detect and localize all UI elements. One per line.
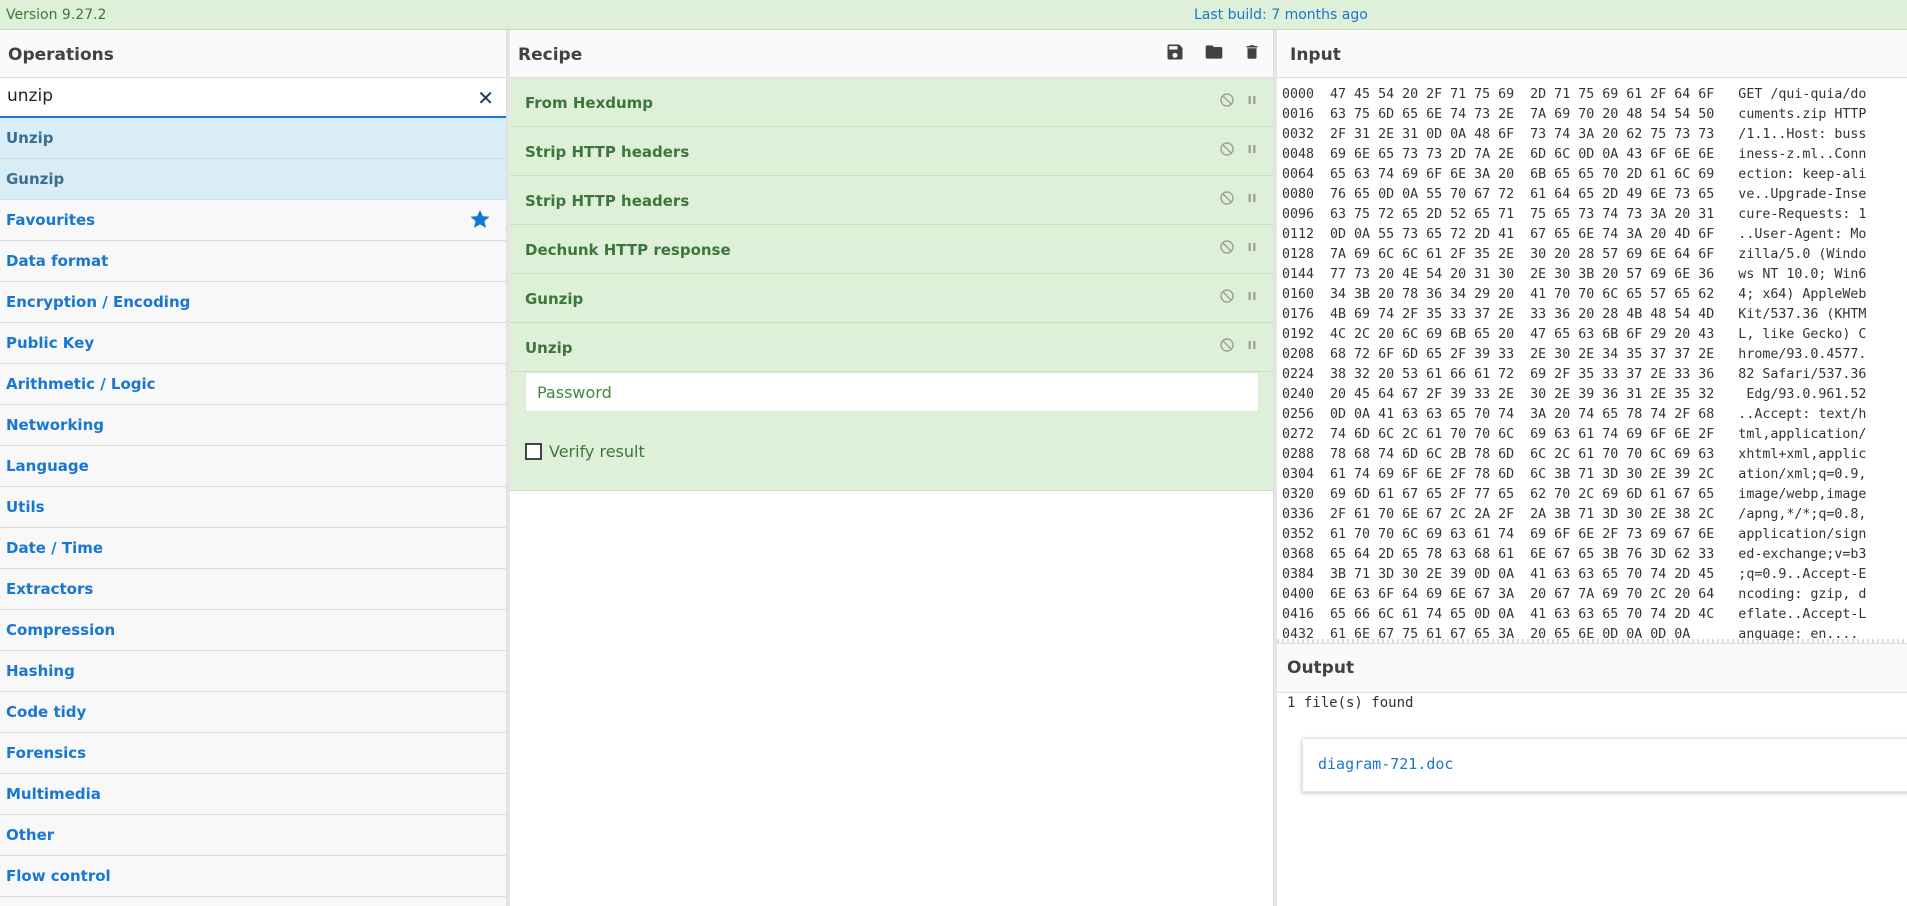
version-label: Version 9.27.2: [6, 7, 107, 23]
breakpoint-icon[interactable]: [1245, 239, 1259, 255]
last-build-link[interactable]: Last build: 7 months ago: [1194, 7, 1368, 23]
operations-search-input[interactable]: [7, 86, 447, 106]
recipe-op-unzip[interactable]: Unzip: [510, 323, 1273, 372]
password-field[interactable]: [525, 372, 1259, 412]
category-arithmetic-logic[interactable]: Arithmetic / Logic: [0, 364, 506, 405]
recipe-op-from-hexdump[interactable]: From Hexdump: [510, 78, 1273, 127]
search-result-gunzip[interactable]: Gunzip: [0, 159, 506, 200]
category-hashing[interactable]: Hashing: [0, 651, 506, 692]
recipe-op-dechunk-http-response[interactable]: Dechunk HTTP response: [510, 225, 1273, 274]
output-file-link[interactable]: diagram-721.doc: [1318, 755, 1453, 773]
category-data-format[interactable]: Data format: [0, 241, 506, 282]
recipe-op-name: Strip HTTP headers: [525, 143, 690, 161]
recipe-op-strip-http-headers[interactable]: Strip HTTP headers: [510, 127, 1273, 176]
files-found-text: 1 file(s) found: [1287, 695, 1414, 711]
recipe-op-name: Unzip: [525, 339, 573, 357]
input-textarea[interactable]: 0000 47 45 54 20 2F 71 75 69 2D 71 75 69…: [1282, 85, 1902, 640]
recipe-op-name: Gunzip: [525, 290, 584, 308]
recipe-op-name: Dechunk HTTP response: [525, 241, 731, 259]
breakpoint-icon[interactable]: [1245, 141, 1259, 157]
category-date-time[interactable]: Date / Time: [0, 528, 506, 569]
breakpoint-icon[interactable]: [1245, 288, 1259, 304]
category-forensics[interactable]: Forensics: [0, 733, 506, 774]
breakpoint-icon[interactable]: [1245, 190, 1259, 206]
verify-result-checkbox[interactable]: Verify result: [525, 442, 645, 461]
recipe-op-strip-http-headers[interactable]: Strip HTTP headers: [510, 176, 1273, 225]
output-file-card[interactable]: diagram-721.doc: [1302, 738, 1907, 792]
recipe-list: From Hexdump Strip HTTP headers Strip HTTP…: [510, 78, 1273, 372]
output-title: Output: [1277, 643, 1907, 693]
category-networking[interactable]: Networking: [0, 405, 506, 446]
unzip-args: Verify result: [510, 372, 1273, 491]
category-language[interactable]: Language: [0, 446, 506, 487]
disable-icon[interactable]: [1219, 92, 1235, 108]
category-flow-control[interactable]: Flow control: [0, 856, 506, 897]
recipe-op-name: From Hexdump: [525, 94, 654, 112]
disable-icon[interactable]: [1219, 190, 1235, 206]
operations-title: Operations: [0, 30, 506, 78]
recipe-op-name: Strip HTTP headers: [525, 192, 690, 210]
recipe-pane: Recipe From Hexdump Strip HTTP headers Str…: [510, 30, 1274, 906]
folder-icon[interactable]: [1203, 42, 1225, 62]
category-extractors[interactable]: Extractors: [0, 569, 506, 610]
verify-result-label: Verify result: [549, 442, 645, 461]
recipe-header: Recipe: [510, 30, 1273, 78]
clear-search-icon[interactable]: ✕: [477, 86, 494, 110]
disable-icon[interactable]: [1219, 239, 1235, 255]
operations-search: ✕: [0, 78, 506, 118]
category-utils[interactable]: Utils: [0, 487, 506, 528]
category-code-tidy[interactable]: Code tidy: [0, 692, 506, 733]
version-banner: Version 9.27.2 Last build: 7 months ago: [0, 0, 1907, 30]
recipe-title: Recipe: [518, 45, 583, 65]
search-result-unzip[interactable]: Unzip: [0, 118, 506, 159]
disable-icon[interactable]: [1219, 337, 1235, 353]
category-favourites[interactable]: Favourites: [0, 200, 506, 241]
trash-icon[interactable]: [1243, 42, 1261, 62]
checkbox-icon[interactable]: [525, 443, 542, 460]
input-title: Input: [1277, 30, 1907, 78]
star-icon: [470, 209, 490, 228]
category-multimedia[interactable]: Multimedia: [0, 774, 506, 815]
disable-icon[interactable]: [1219, 288, 1235, 304]
breakpoint-icon[interactable]: [1245, 92, 1259, 108]
save-icon[interactable]: [1165, 42, 1185, 62]
recipe-op-gunzip[interactable]: Gunzip: [510, 274, 1273, 323]
category-other[interactable]: Other: [0, 815, 506, 856]
password-input[interactable]: [537, 383, 1137, 402]
breakpoint-icon[interactable]: [1245, 337, 1259, 353]
category-compression[interactable]: Compression: [0, 610, 506, 651]
category-encryption-encoding[interactable]: Encryption / Encoding: [0, 282, 506, 323]
operations-pane: Operations ✕ Unzip Gunzip Favourites Dat…: [0, 30, 507, 906]
io-pane: Input 0000 47 45 54 20 2F 71 75 69 2D 71…: [1277, 30, 1907, 906]
category-public-key[interactable]: Public Key: [0, 323, 506, 364]
disable-icon[interactable]: [1219, 141, 1235, 157]
